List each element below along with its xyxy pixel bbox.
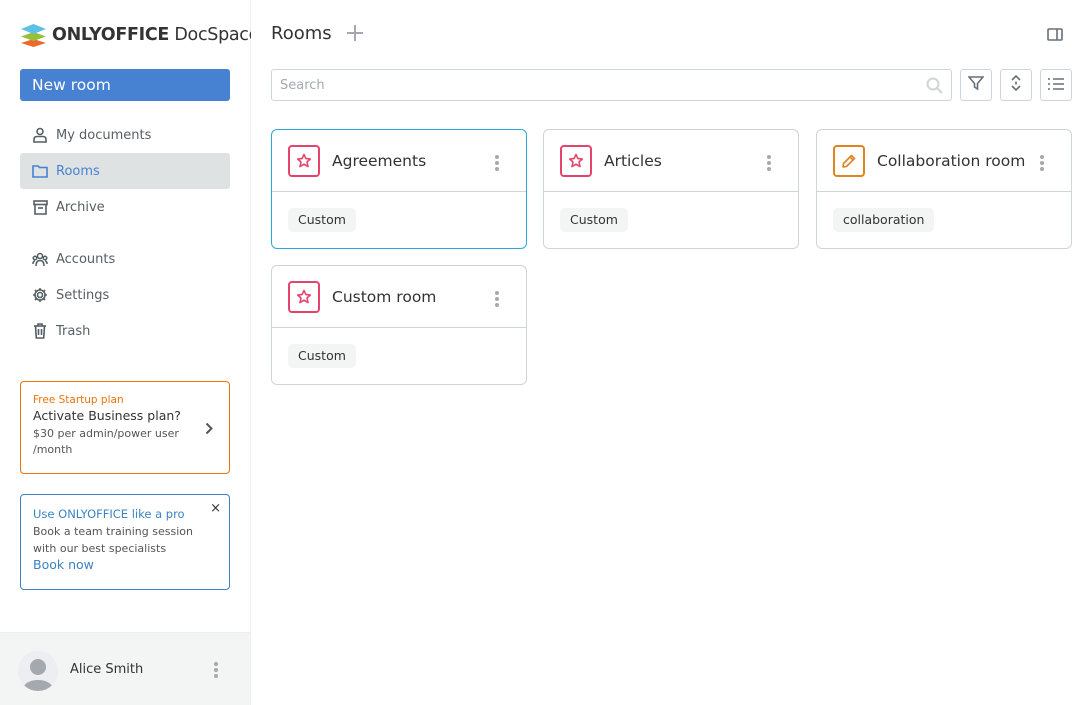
profile-section: Alice Smith (0, 632, 250, 705)
room-card[interactable]: Agreements Custom (271, 129, 527, 249)
sidebar-item-my-documents[interactable]: My documents (20, 117, 230, 153)
tip-body: Book a team training session with our be… (33, 525, 193, 555)
more-vertical-icon[interactable] (1039, 154, 1045, 176)
logo[interactable]: ONLYOFFICE DocSpace (20, 23, 259, 47)
sidebar-item-archive[interactable]: Archive (20, 189, 230, 225)
profile-name: Alice Smith (70, 662, 144, 677)
person-icon (32, 127, 48, 143)
more-vertical-icon[interactable] (494, 154, 500, 176)
more-vertical-icon[interactable] (766, 154, 772, 176)
room-name[interactable]: Agreements (332, 152, 426, 170)
accounts-icon (32, 251, 48, 267)
pencil-icon (833, 145, 865, 177)
avatar[interactable] (18, 651, 58, 691)
room-name[interactable]: Collaboration room (877, 152, 1025, 170)
sidebar-item-settings[interactable]: Settings (20, 277, 230, 313)
tip-title: Use ONLYOFFICE like a pro (33, 507, 185, 521)
filter-button[interactable] (960, 69, 992, 101)
promo-banner[interactable]: Free Startup plan Activate Business plan… (20, 381, 230, 474)
room-card[interactable]: Articles Custom (543, 129, 799, 249)
info-panel-icon[interactable] (1047, 27, 1063, 46)
star-icon (288, 281, 320, 313)
close-icon[interactable]: × (210, 501, 221, 516)
sidebar-item-trash[interactable]: Trash (20, 313, 230, 349)
promo-price: $30 per admin/power user /month (33, 427, 179, 456)
sidebar-item-label: Rooms (56, 163, 100, 179)
main-content: Rooms Agreements (251, 0, 1090, 705)
view-toggle-button[interactable] (1040, 69, 1072, 101)
trash-icon (32, 323, 48, 339)
sidebar-item-accounts[interactable]: Accounts (20, 241, 230, 277)
room-tag[interactable]: Custom (288, 208, 356, 232)
folder-icon (32, 163, 48, 179)
sidebar-item-label: Archive (56, 199, 105, 215)
sidebar-item-label: Accounts (56, 251, 116, 267)
list-icon (1047, 76, 1065, 95)
book-now-link[interactable]: Book now (33, 557, 217, 572)
new-room-button[interactable]: New room (20, 69, 230, 101)
chevron-right-icon[interactable] (205, 420, 213, 439)
plus-icon[interactable] (346, 24, 364, 46)
sidebar-item-label: My documents (56, 127, 152, 143)
onlyoffice-logo-icon (21, 24, 46, 47)
star-icon (288, 145, 320, 177)
archive-icon (32, 199, 48, 215)
search-field (271, 69, 952, 101)
room-tag[interactable]: Custom (560, 208, 628, 232)
room-name[interactable]: Articles (604, 152, 662, 170)
sidebar-item-rooms[interactable]: Rooms (20, 153, 230, 189)
search-icon[interactable] (926, 77, 943, 98)
more-vertical-icon[interactable] (213, 661, 219, 683)
room-card[interactable]: Collaboration room collaboration (816, 129, 1072, 249)
room-name[interactable]: Custom room (332, 288, 436, 306)
sort-icon (1010, 74, 1022, 96)
promo-label: Free Startup plan (33, 394, 124, 406)
sidebar-item-label: Settings (56, 287, 110, 303)
sidebar-nav: My documents Rooms Archive Accounts Sett… (20, 117, 230, 349)
page-title: Rooms (271, 23, 332, 44)
gear-icon (32, 287, 48, 303)
star-icon (560, 145, 592, 177)
training-banner: × Use ONLYOFFICE like a pro Book a team … (20, 494, 230, 590)
sidebar: ONLYOFFICE DocSpace New room My document… (0, 0, 259, 705)
sort-button[interactable] (1000, 69, 1032, 101)
filter-icon (967, 75, 985, 95)
room-tag[interactable]: Custom (288, 344, 356, 368)
promo-title: Activate Business plan? (33, 408, 181, 423)
more-vertical-icon[interactable] (494, 290, 500, 312)
sidebar-item-label: Trash (56, 323, 91, 339)
search-input[interactable] (272, 70, 912, 100)
room-tag[interactable]: collaboration (833, 208, 935, 232)
logo-text: ONLYOFFICE DocSpace (52, 25, 260, 45)
room-card[interactable]: Custom room Custom (271, 265, 527, 385)
